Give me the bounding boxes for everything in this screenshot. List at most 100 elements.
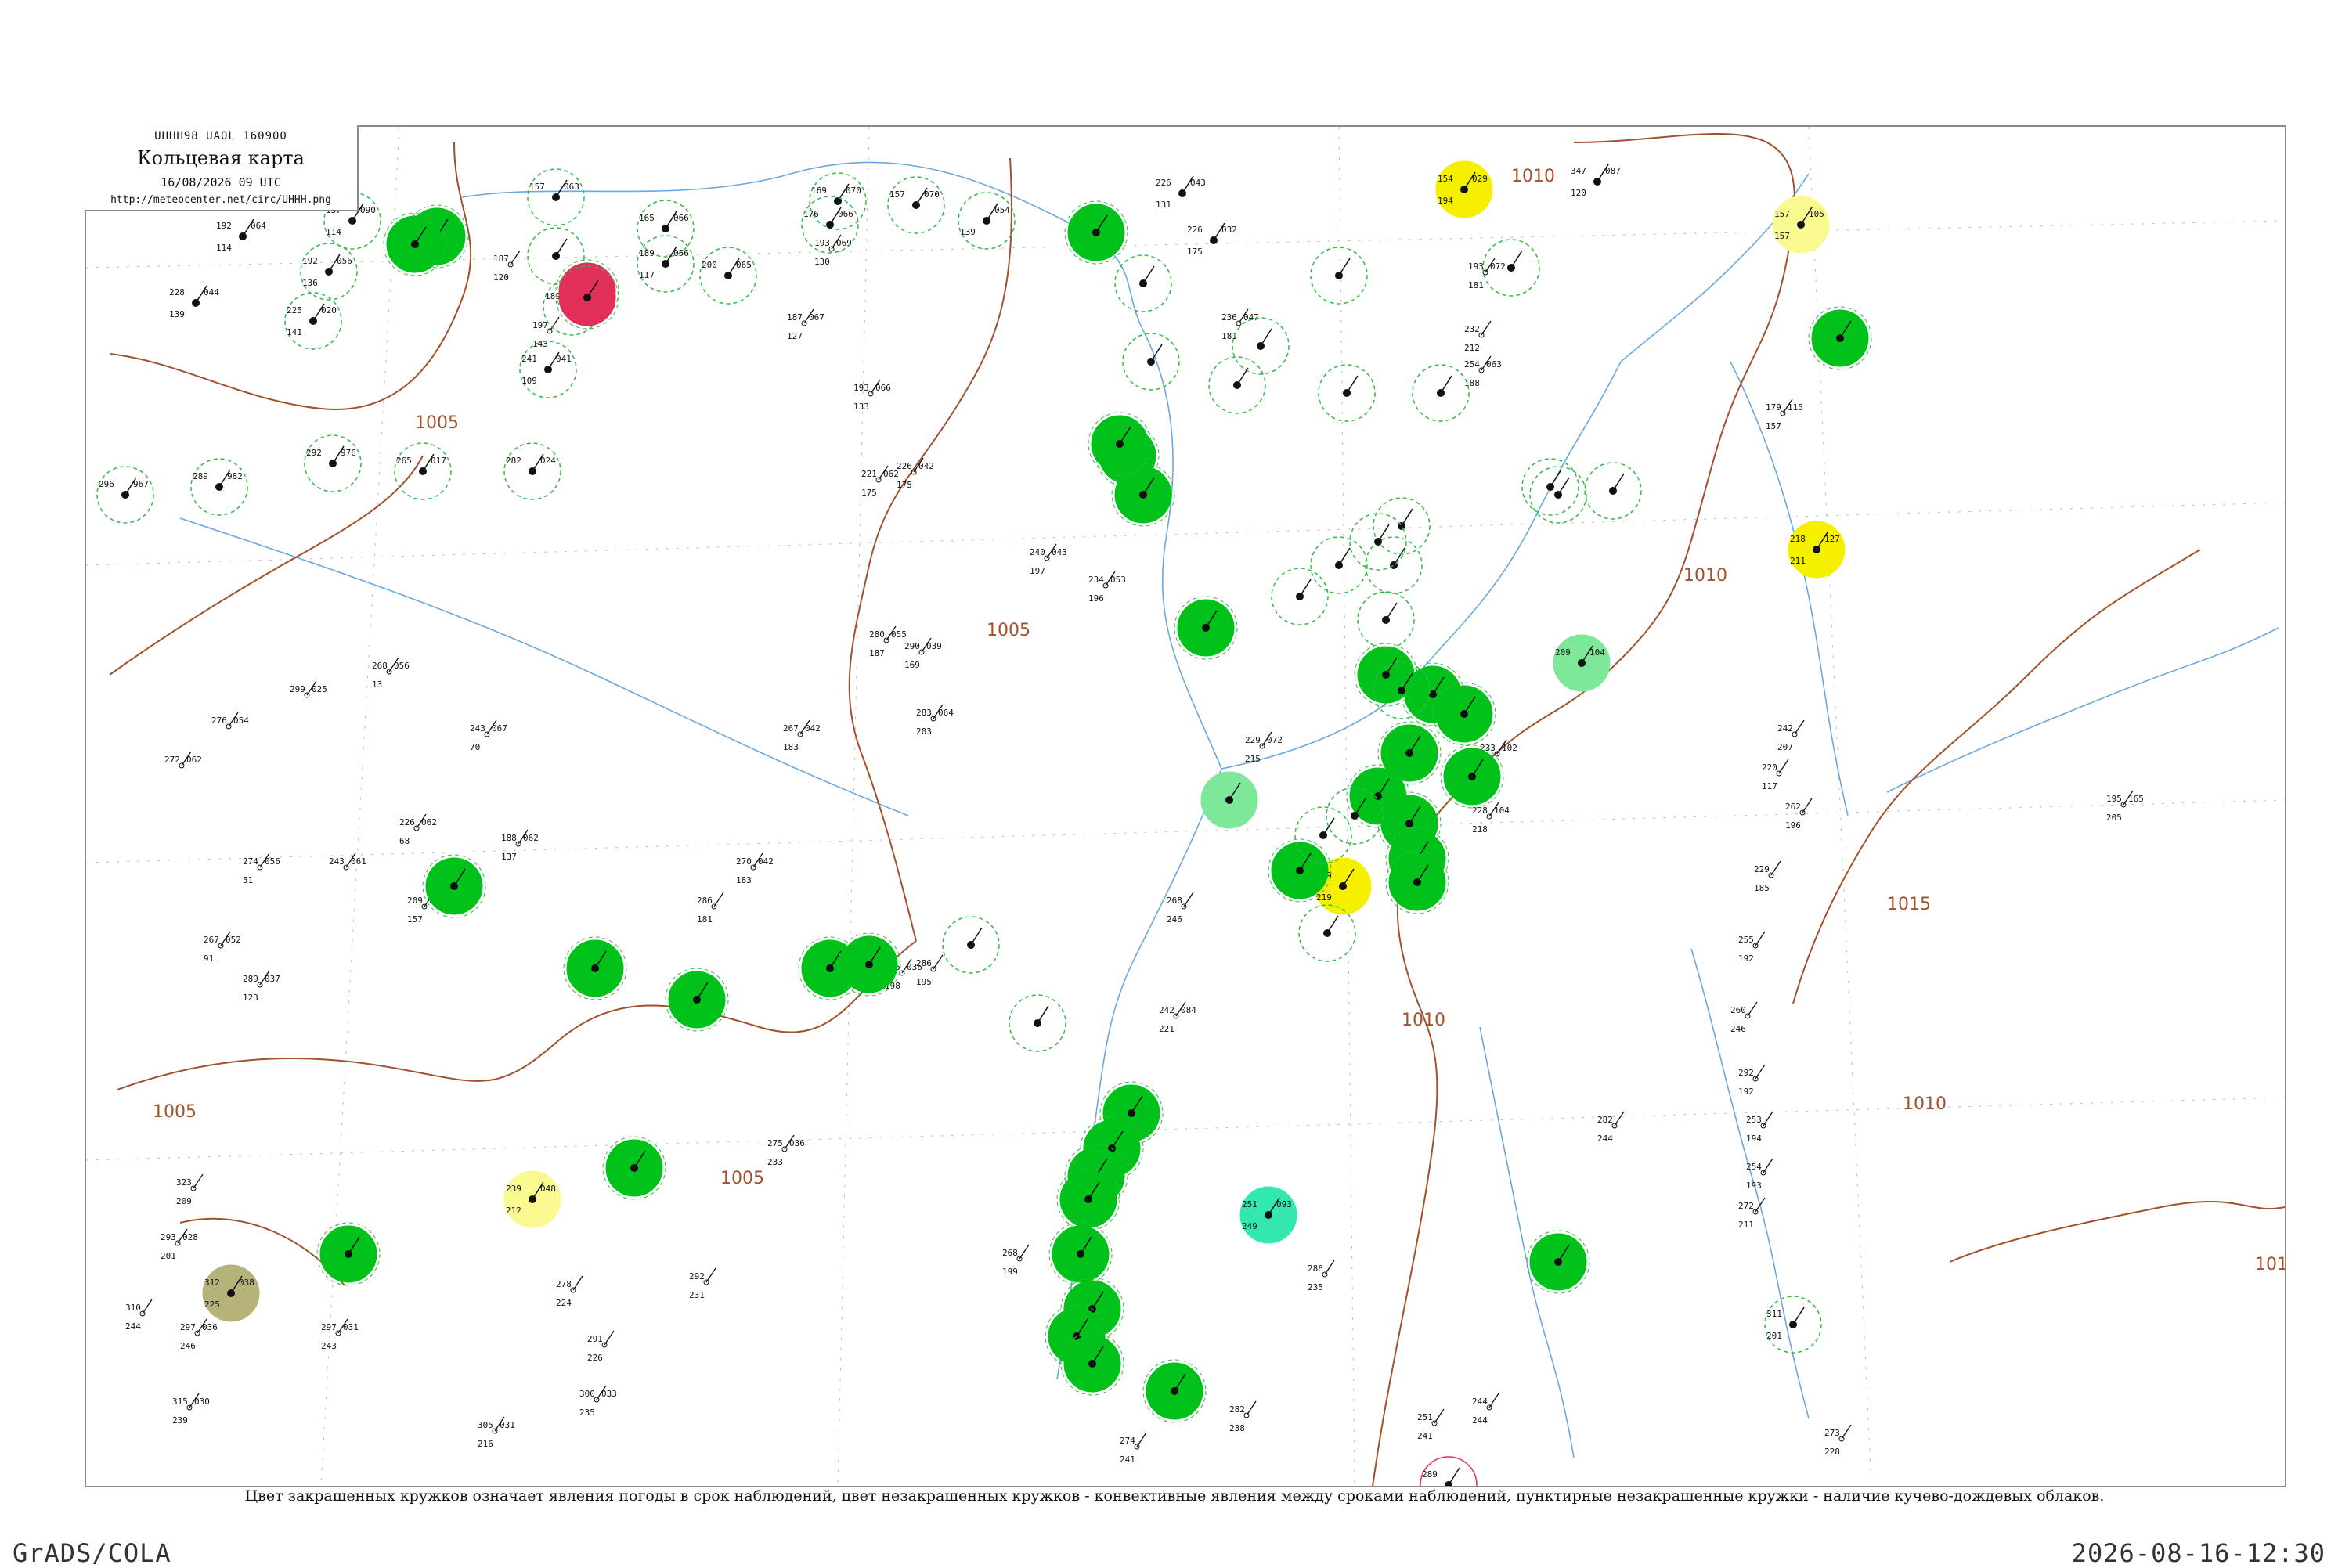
station-marker[interactable]: 192 056 136 bbox=[300, 243, 358, 301]
station-plot[interactable]: 274 241 bbox=[1120, 1432, 1147, 1465]
station-marker[interactable]: 289 982 bbox=[190, 458, 248, 516]
station-plot[interactable]: 286 181 bbox=[697, 892, 724, 925]
station-plot[interactable]: 268 246 bbox=[1167, 892, 1194, 925]
station-plot[interactable]: 315 030 239 bbox=[172, 1393, 210, 1426]
station-marker[interactable]: 157 070 bbox=[887, 176, 945, 234]
station-plot[interactable]: 244 244 bbox=[1472, 1393, 1499, 1426]
station-plot[interactable]: 268 056 13 bbox=[372, 657, 410, 690]
station-marker[interactable]: 347 087 120 bbox=[1571, 164, 1621, 198]
station-plot[interactable]: 278 224 bbox=[556, 1275, 583, 1308]
station-marker[interactable]: 312 038 225 bbox=[202, 1264, 260, 1322]
station-plot[interactable]: 300 033 235 bbox=[579, 1385, 617, 1418]
station-plot[interactable]: 282 238 bbox=[1229, 1400, 1257, 1433]
station-plot[interactable]: 226 042 175 bbox=[897, 457, 934, 490]
station-plot[interactable]: 282 244 bbox=[1597, 1111, 1625, 1144]
station-marker[interactable]: 228 044 139 bbox=[169, 285, 219, 319]
station-marker[interactable]: 209 104 bbox=[1553, 634, 1611, 692]
station-marker[interactable] bbox=[1174, 596, 1238, 660]
station-plot[interactable]: 254 193 bbox=[1746, 1158, 1773, 1191]
station-marker[interactable]: 265 017 bbox=[394, 442, 452, 500]
station-marker[interactable]: 157 063 bbox=[527, 168, 585, 226]
station-marker[interactable] bbox=[316, 1222, 381, 1286]
station-marker[interactable] bbox=[1432, 682, 1496, 746]
station-plot[interactable]: 262 196 bbox=[1785, 798, 1813, 831]
station-plot[interactable]: 267 042 183 bbox=[783, 719, 821, 752]
station-plot[interactable]: 221 062 175 bbox=[861, 465, 899, 498]
station-plot[interactable]: 310 244 bbox=[125, 1299, 153, 1332]
station-marker[interactable] bbox=[1200, 771, 1258, 829]
station-plot[interactable]: 272 211 bbox=[1738, 1197, 1766, 1230]
station-plot[interactable]: 260 246 bbox=[1730, 1001, 1758, 1034]
station-marker[interactable] bbox=[1808, 306, 1872, 370]
station-plot[interactable]: 234 053 196 bbox=[1088, 571, 1126, 604]
station-marker[interactable] bbox=[1318, 364, 1376, 422]
station-plot[interactable]: 267 052 91 bbox=[204, 931, 241, 964]
station-marker[interactable] bbox=[837, 932, 901, 997]
station-marker[interactable]: 251 093 249 bbox=[1239, 1186, 1297, 1244]
station-marker[interactable]: 189 056 117 bbox=[637, 235, 695, 293]
station-plot[interactable]: 187 067 127 bbox=[787, 308, 824, 341]
station-marker[interactable]: 226 043 131 bbox=[1156, 175, 1206, 210]
station-marker[interactable] bbox=[1526, 1230, 1590, 1294]
station-marker[interactable] bbox=[1122, 333, 1180, 391]
station-marker[interactable] bbox=[383, 212, 447, 276]
station-marker[interactable]: 282 024 bbox=[503, 442, 561, 500]
station-plot[interactable]: 255 192 bbox=[1738, 931, 1766, 964]
station-marker[interactable] bbox=[1521, 458, 1579, 516]
station-plot[interactable]: 272 062 bbox=[164, 751, 202, 769]
station-marker[interactable] bbox=[1009, 994, 1066, 1052]
station-marker[interactable] bbox=[1365, 536, 1423, 594]
station-marker[interactable] bbox=[1088, 412, 1152, 476]
station-plot[interactable]: 289 037 123 bbox=[243, 970, 280, 1003]
station-marker[interactable] bbox=[1412, 364, 1470, 422]
station-marker[interactable] bbox=[602, 1136, 666, 1200]
station-marker[interactable] bbox=[1232, 317, 1290, 375]
station-plot[interactable]: 286 235 bbox=[1308, 1260, 1335, 1292]
station-plot[interactable]: 292 231 bbox=[689, 1267, 716, 1300]
station-plot[interactable]: 193 066 133 bbox=[853, 379, 891, 412]
station-plot[interactable]: 226 062 68 bbox=[399, 813, 437, 846]
station-marker[interactable]: 241 041 109 bbox=[519, 341, 577, 398]
station-plot[interactable]: 187 120 bbox=[493, 250, 521, 283]
station-marker[interactable] bbox=[1056, 1167, 1120, 1231]
station-plot[interactable]: 195 165 205 bbox=[2106, 790, 2144, 823]
station-marker[interactable] bbox=[1064, 200, 1128, 265]
station-marker[interactable] bbox=[1584, 462, 1642, 520]
station-marker[interactable] bbox=[1385, 850, 1449, 914]
station-plot[interactable]: 243 067 70 bbox=[470, 719, 507, 752]
station-marker[interactable] bbox=[1048, 1222, 1113, 1286]
station-marker[interactable]: 292 976 bbox=[304, 434, 362, 492]
station-marker[interactable] bbox=[1060, 1332, 1124, 1396]
station-marker[interactable] bbox=[422, 854, 486, 918]
station-plot[interactable]: 251 241 bbox=[1417, 1408, 1445, 1441]
station-marker[interactable]: 311 201 bbox=[1764, 1296, 1822, 1354]
station-plot[interactable]: 305 031 216 bbox=[478, 1416, 515, 1449]
station-plot[interactable]: 292 192 bbox=[1738, 1064, 1766, 1097]
station-plot[interactable]: 274 056 51 bbox=[243, 852, 280, 885]
station-marker[interactable] bbox=[665, 968, 729, 1032]
station-plot[interactable]: 280 055 187 bbox=[869, 625, 907, 658]
station-plot[interactable]: 270 042 183 bbox=[736, 852, 774, 885]
station-marker[interactable] bbox=[1357, 591, 1415, 649]
station-plot[interactable]: 240 043 197 bbox=[1030, 543, 1067, 576]
station-plot[interactable]: 242 207 bbox=[1777, 719, 1805, 752]
station-plot[interactable]: 268 199 bbox=[1002, 1244, 1030, 1277]
station-plot[interactable]: 276 054 bbox=[211, 712, 249, 730]
station-marker[interactable] bbox=[1208, 356, 1266, 414]
station-marker[interactable]: 226 032 175 bbox=[1187, 222, 1237, 257]
station-marker[interactable] bbox=[1349, 513, 1407, 571]
station-marker[interactable]: 157 105 157 bbox=[1772, 196, 1830, 254]
station-plot[interactable]: 254 063 188 bbox=[1464, 355, 1502, 388]
station-plot[interactable]: 297 036 246 bbox=[180, 1318, 218, 1351]
station-marker[interactable]: 225 020 141 bbox=[284, 292, 342, 350]
station-marker[interactable] bbox=[1440, 744, 1504, 809]
station-marker[interactable] bbox=[555, 265, 619, 330]
station-plot[interactable]: 323 209 bbox=[176, 1173, 204, 1206]
map-url[interactable]: http://meteocenter.net/circ/UHHH.png bbox=[85, 194, 357, 206]
station-marker[interactable] bbox=[1111, 463, 1175, 527]
station-marker[interactable]: 192 064 114 bbox=[216, 218, 266, 253]
station-plot[interactable]: 236 047 181 bbox=[1221, 308, 1259, 341]
station-marker[interactable]: 154 029 194 bbox=[1435, 160, 1493, 218]
station-marker[interactable]: 054 139 bbox=[958, 192, 1016, 250]
station-plot[interactable]: 253 194 bbox=[1746, 1111, 1773, 1144]
